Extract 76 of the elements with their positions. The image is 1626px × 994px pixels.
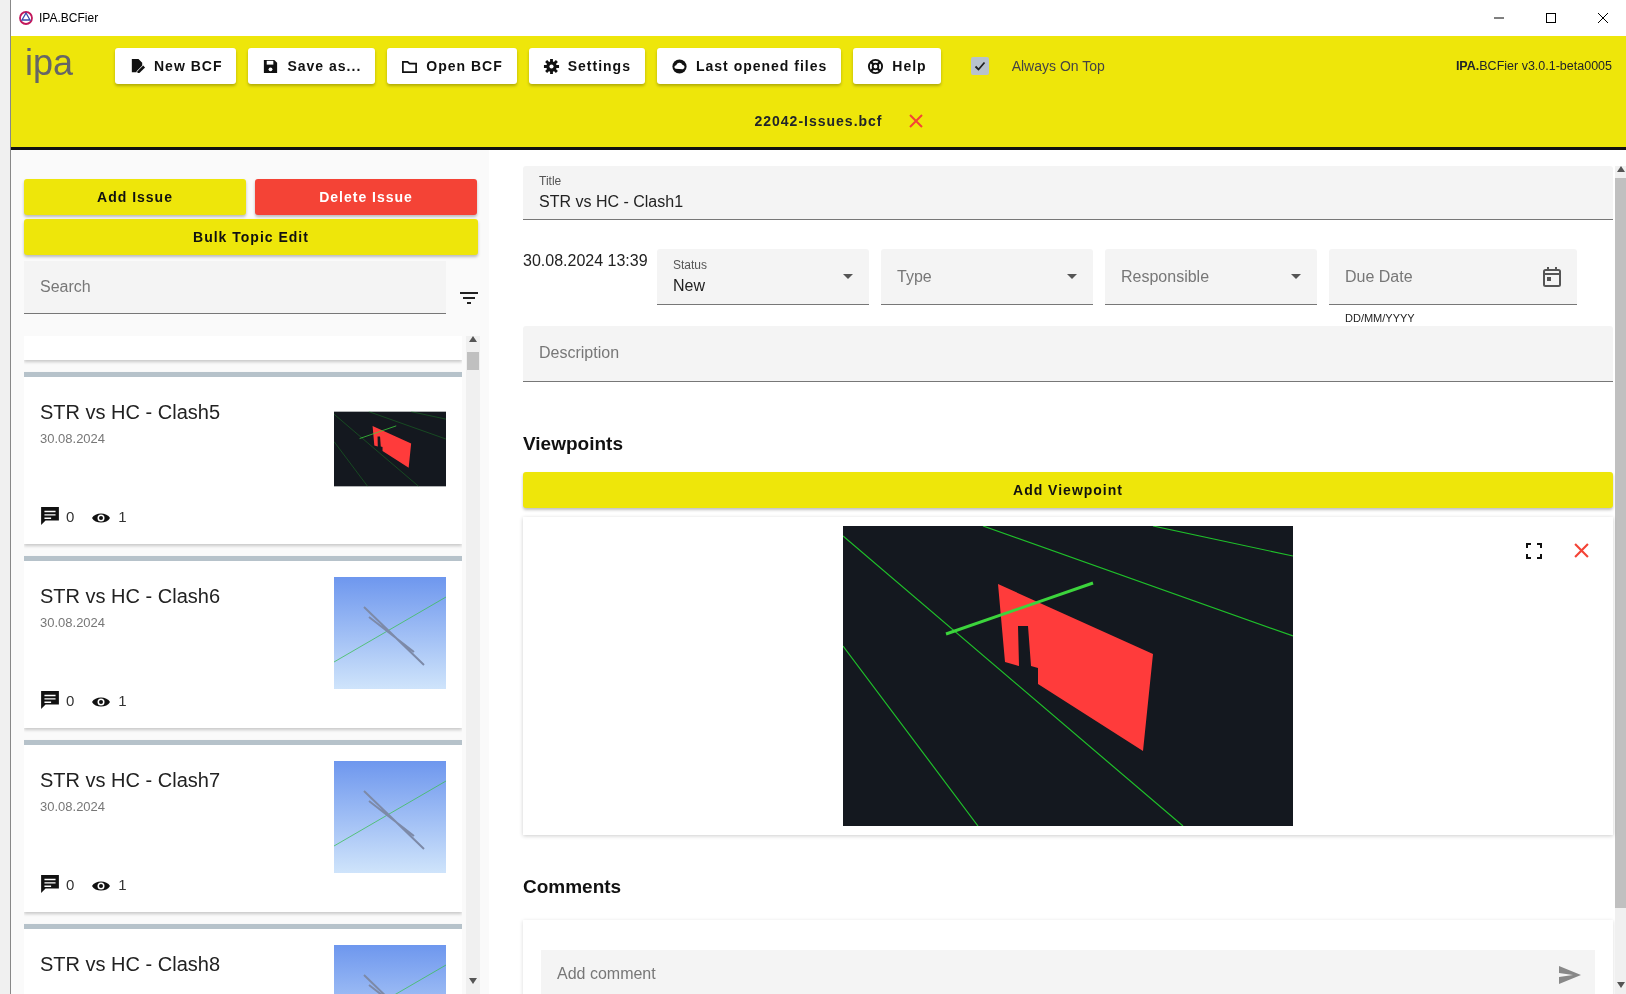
filter-icon[interactable] <box>460 292 478 304</box>
dropdown[interactable]: Status New <box>657 249 869 305</box>
toolbar-button[interactable]: Save as... <box>248 48 376 84</box>
comment-count: 0 <box>66 690 75 711</box>
comment-icon <box>40 505 60 526</box>
scroll-up-icon[interactable] <box>1617 166 1625 172</box>
issue-title: STR vs HC - Clash5 <box>40 400 222 425</box>
file-name: 22042-Issues.bcf <box>754 111 883 131</box>
calendar-icon[interactable] <box>1543 266 1561 287</box>
caret-icon <box>843 274 853 279</box>
version-text: IPA.BCFier v3.0.1-beta0005 <box>1455 57 1612 75</box>
toolbar-button[interactable]: Help <box>853 48 941 84</box>
search-field[interactable]: Search <box>24 261 446 314</box>
action-button[interactable]: Delete Issue <box>255 179 477 215</box>
issue-card[interactable]: STR vs HC - Clash7 30.08.2024 0 1 <box>24 740 462 912</box>
caret-icon <box>1067 274 1077 279</box>
date-field[interactable]: Due Date <box>1329 249 1577 305</box>
cloud-icon <box>670 57 688 75</box>
action-button[interactable]: Add Issue <box>24 179 246 215</box>
field-placeholder: Responsible <box>1121 266 1211 287</box>
issue-date: 30.08.2024 <box>40 798 107 816</box>
add-viewpoint-button[interactable]: Add Viewpoint <box>523 472 1613 508</box>
hint-text: DD/MM/YYYY <box>1344 311 1416 326</box>
pencil-document-icon <box>129 57 146 75</box>
logo-text: ipa <box>25 45 75 85</box>
window-title: IPA.BCFier <box>39 10 99 27</box>
toolbar-button[interactable]: Open BCF <box>387 48 517 84</box>
issue-date: 30.08.2024 <box>40 430 107 448</box>
fullscreen-icon[interactable] <box>1526 543 1542 559</box>
viewpoint-count: 1 <box>118 874 127 895</box>
issue-title: STR vs HC - Clash6 <box>40 584 222 609</box>
field-label: Status <box>673 256 709 274</box>
issue-date: 30.08.2024 <box>40 614 107 632</box>
toolbar-button[interactable]: New BCF <box>115 48 237 84</box>
dropdown[interactable]: Responsible <box>1105 249 1317 305</box>
scroll-up-icon[interactable] <box>469 336 477 342</box>
comment-icon <box>40 689 60 710</box>
close-icon[interactable] <box>1597 12 1609 24</box>
caret-icon <box>1291 274 1301 279</box>
action-button[interactable]: Bulk Topic Edit <box>24 219 478 255</box>
comment-icon <box>40 873 60 894</box>
viewpoint-count: 1 <box>118 506 127 527</box>
issue-title: STR vs HC - Clash8 <box>40 952 222 977</box>
field-value: New <box>673 275 706 296</box>
lifebuoy-icon <box>867 57 885 75</box>
issue-card[interactable]: STR vs HC - Clash5 30.08.2024 0 1 <box>24 372 462 544</box>
description-field[interactable]: Description <box>523 325 1613 382</box>
scrollbar[interactable] <box>466 336 480 994</box>
app-logo-icon <box>19 11 33 25</box>
section-heading: Viewpoints <box>523 431 624 456</box>
field-placeholder: Type <box>897 266 933 287</box>
issue-card[interactable]: STR vs HC - Clash8 <box>24 924 462 994</box>
toolbar-button[interactable]: Last opened files <box>656 48 842 84</box>
field-label: Title <box>539 173 563 190</box>
issue-title: STR vs HC - Clash7 <box>40 768 222 793</box>
issue-card[interactable]: STR vs HC - Clash6 30.08.2024 0 1 <box>24 556 462 728</box>
created-date: 30.08.2024 13:39 <box>523 251 645 271</box>
check-icon <box>973 60 986 72</box>
settings-icon <box>542 57 560 75</box>
send-icon[interactable] <box>1559 965 1581 984</box>
scroll-down-icon[interactable] <box>469 978 477 984</box>
comment-count: 0 <box>66 506 75 527</box>
scroll-down-icon[interactable] <box>1617 982 1625 988</box>
comment-count: 0 <box>66 874 75 895</box>
scrollbar-thumb[interactable] <box>467 352 479 370</box>
viewpoint-count: 1 <box>118 690 127 711</box>
title-field[interactable]: Title STR vs HC - Clash1 <box>523 166 1613 220</box>
section-heading: Comments <box>523 875 623 899</box>
checkbox[interactable] <box>970 57 989 75</box>
maximize-icon[interactable] <box>1545 12 1557 24</box>
comment-field[interactable]: Add comment <box>541 949 1595 994</box>
checkbox-label[interactable]: Always On Top <box>1011 55 1105 77</box>
dropdown[interactable]: Type <box>881 249 1093 305</box>
field-placeholder: Due Date <box>1345 266 1414 287</box>
toolbar-button[interactable]: Settings <box>528 48 645 84</box>
field-value: STR vs HC - Clash1 <box>539 192 685 212</box>
